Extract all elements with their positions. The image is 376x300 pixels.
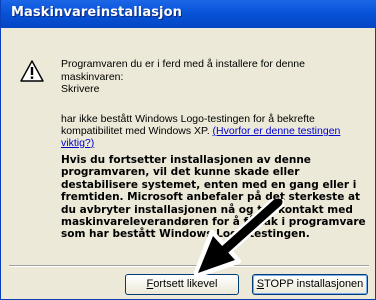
stop-accesskey: S — [256, 278, 265, 290]
hardware-installation-dialog: Maskinvareinstallasjon Programvaren du e… — [0, 0, 376, 300]
title-bar[interactable]: Maskinvareinstallasjon — [1, 0, 376, 28]
device-name: Skrivere — [61, 83, 100, 95]
logo-testing-text: har ikke bestått Windows Logo-testingen … — [61, 113, 366, 149]
window-title: Maskinvareinstallasjon — [11, 5, 182, 20]
continue-label: ortsett likevel — [153, 278, 218, 290]
divider — [9, 265, 369, 267]
stop-label: TOPP installasjonen — [264, 278, 364, 290]
warning-icon — [20, 60, 44, 82]
intro-text: Programvaren du er i ferd med å installe… — [61, 58, 305, 83]
arrow-pointer-icon — [194, 199, 284, 278]
